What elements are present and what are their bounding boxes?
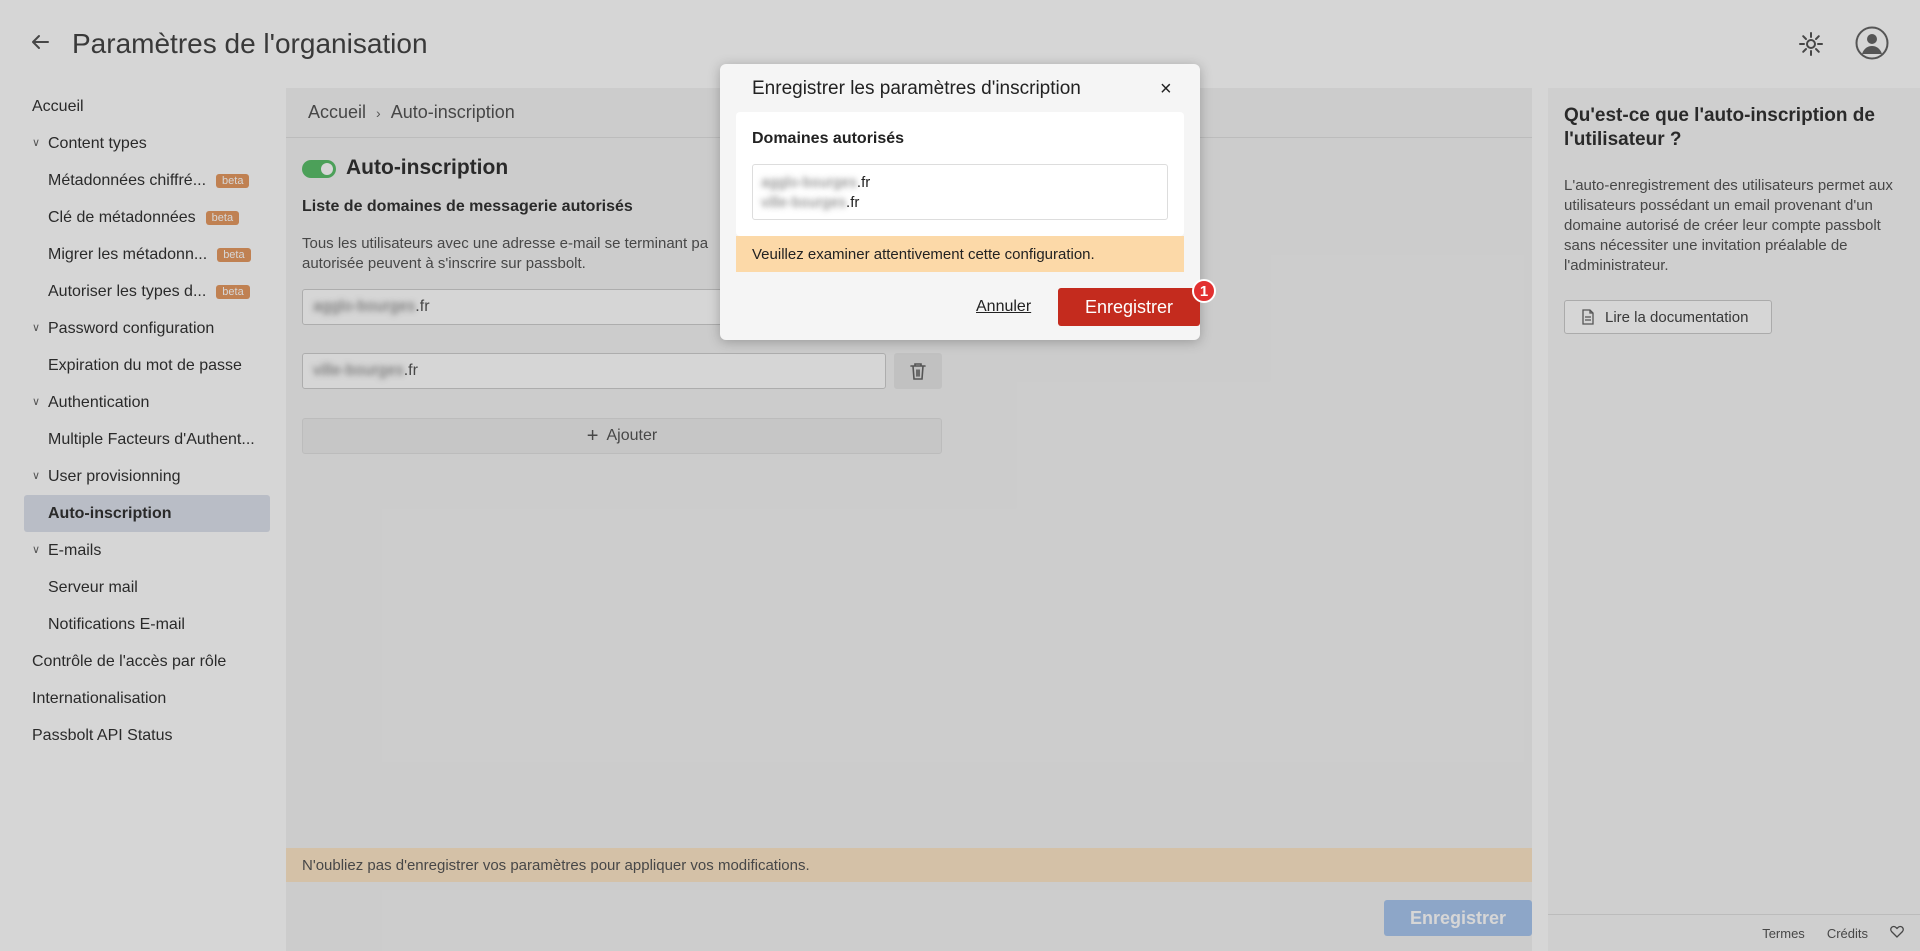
- allowed-domains-title: Domaines autorisés: [752, 130, 905, 147]
- review-warning: Veuillez examiner attentivement cette co…: [736, 236, 1184, 272]
- close-icon[interactable]: ×: [1160, 78, 1172, 101]
- list-item: ville-bourges.fr: [761, 194, 860, 211]
- save-settings-dialog: Enregistrer les paramètres d'inscription…: [720, 64, 1216, 340]
- cancel-button[interactable]: Annuler: [976, 298, 1031, 316]
- list-item: agglo-bourges.fr: [761, 174, 871, 191]
- confirm-save-button[interactable]: Enregistrer: [1058, 288, 1200, 326]
- dialog-body: Domaines autorisés agglo-bourges.fr vill…: [736, 112, 1216, 338]
- step-badge: 1: [1192, 279, 1216, 303]
- allowed-domains-list: agglo-bourges.fr ville-bourges.fr: [752, 164, 1168, 220]
- allowed-domains-card: Domaines autorisés agglo-bourges.fr vill…: [736, 112, 1184, 236]
- dialog-title: Enregistrer les paramètres d'inscription: [752, 78, 1081, 99]
